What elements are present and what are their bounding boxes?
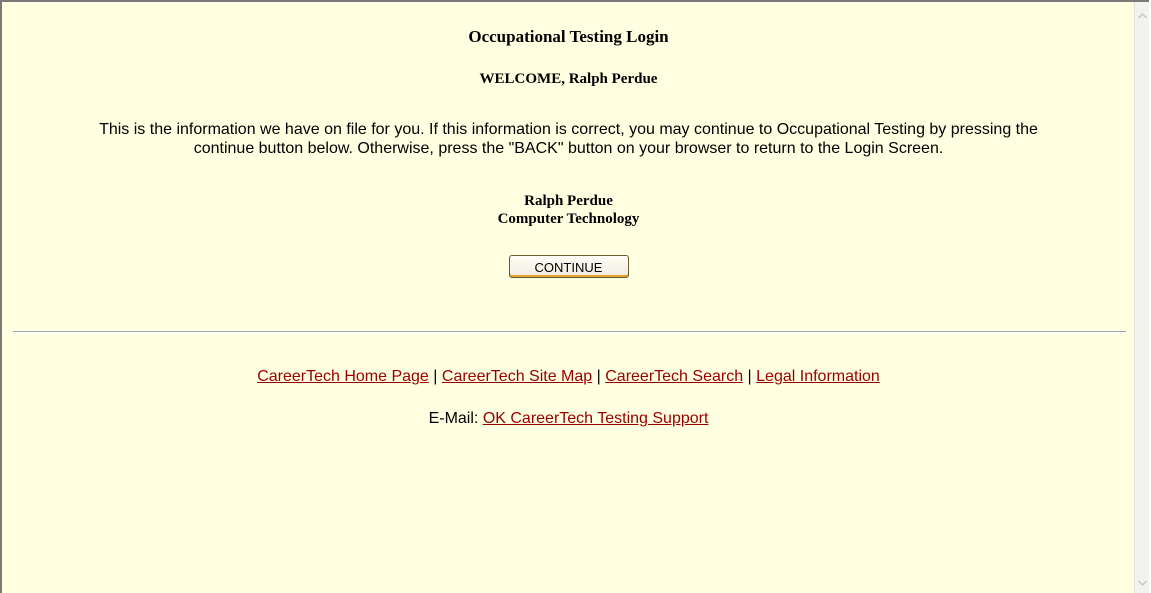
- email-label: E-Mail:: [428, 410, 479, 427]
- continue-button-wrapper: CONTINUE: [2, 255, 1135, 278]
- info-line-2: continue button below. Otherwise, press …: [193, 140, 944, 157]
- link-careertech-site-map[interactable]: CareerTech Site Map: [442, 368, 592, 385]
- page-content: Occupational Testing Login WELCOME, Ralp…: [2, 2, 1135, 593]
- link-separator: |: [596, 368, 601, 385]
- browser-viewport: Occupational Testing Login WELCOME, Ralp…: [0, 0, 1149, 593]
- info-paragraph: This is the information we have on file …: [14, 120, 1123, 158]
- student-info: Ralph Perdue Computer Technology: [2, 192, 1135, 228]
- link-careertech-home-page[interactable]: CareerTech Home Page: [257, 368, 429, 385]
- vertical-scrollbar[interactable]: [1134, 2, 1149, 593]
- email-line: E-Mail: OK CareerTech Testing Support: [2, 410, 1135, 428]
- horizontal-divider: [13, 331, 1126, 333]
- link-separator: |: [747, 368, 752, 385]
- footer-links: CareerTech Home Page | CareerTech Site M…: [2, 368, 1135, 386]
- arrow-up-icon[interactable]: [1135, 8, 1149, 24]
- link-separator: |: [433, 368, 438, 385]
- student-program: Computer Technology: [497, 211, 640, 227]
- link-testing-support-email[interactable]: OK CareerTech Testing Support: [483, 410, 709, 427]
- page-title: Occupational Testing Login: [468, 27, 669, 46]
- student-name: Ralph Perdue: [524, 193, 613, 209]
- continue-button[interactable]: CONTINUE: [508, 255, 629, 278]
- link-legal-information[interactable]: Legal Information: [756, 368, 880, 385]
- arrow-down-icon[interactable]: [1135, 575, 1149, 591]
- info-line-1: This is the information we have on file …: [99, 121, 1038, 138]
- link-careertech-search[interactable]: CareerTech Search: [605, 368, 743, 385]
- welcome-message: WELCOME, Ralph Perdue: [479, 71, 658, 87]
